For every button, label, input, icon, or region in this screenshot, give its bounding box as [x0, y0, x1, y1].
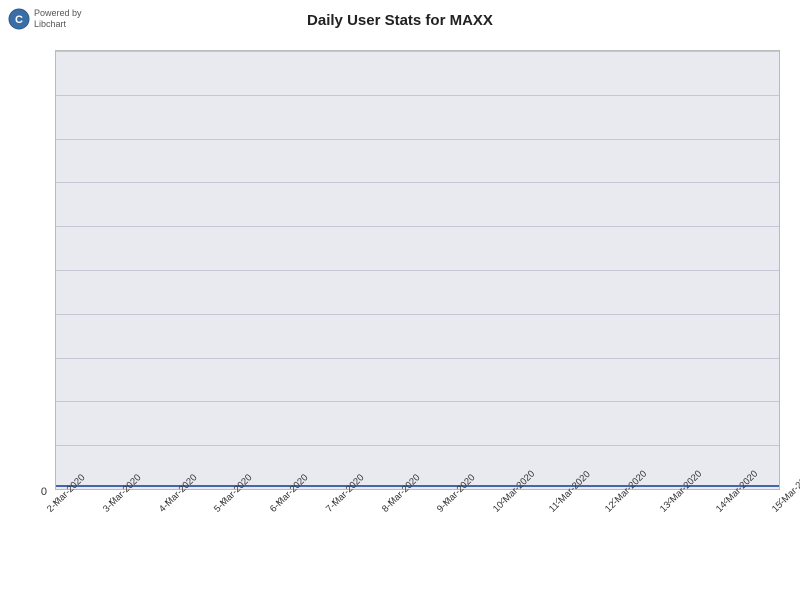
- grid-line: [56, 314, 779, 315]
- y-axis: 0: [0, 50, 55, 490]
- x-axis-label: 13-Mar-2020: [658, 493, 680, 515]
- x-axis-label: 5-Mar-2020: [212, 493, 234, 515]
- x-axis-label: 15-Mar-2020: [770, 493, 792, 515]
- x-axis-label: 8-Mar-2020: [380, 493, 402, 515]
- grid-line: [56, 445, 779, 446]
- chart-plot-area: [55, 50, 780, 490]
- grid-line: [56, 139, 779, 140]
- grid-line: [56, 95, 779, 96]
- x-axis-label: 11-Mar-2020: [547, 493, 569, 515]
- x-axis-label: 6-Mar-2020: [268, 493, 290, 515]
- data-line: [56, 485, 779, 487]
- x-axis-label: 4-Mar-2020: [157, 493, 179, 515]
- grid-line: [56, 270, 779, 271]
- x-axis-label: 7-Mar-2020: [324, 493, 346, 515]
- grid-line: [56, 226, 779, 227]
- chart-title: Daily User Stats for MAXX: [0, 12, 800, 29]
- grid-line: [56, 401, 779, 402]
- y-axis-zero-label: 0: [41, 486, 47, 498]
- x-axis: 2-Mar-20203-Mar-20204-Mar-20205-Mar-2020…: [55, 490, 780, 600]
- x-axis-label: 3-Mar-2020: [101, 493, 123, 515]
- x-axis-label: 12-Mar-2020: [603, 493, 625, 515]
- x-axis-label: 9-Mar-2020: [435, 493, 457, 515]
- grid-line: [56, 182, 779, 183]
- x-axis-label: 2-Mar-2020: [45, 493, 67, 515]
- chart-container: C Powered by Libchart Daily User Stats f…: [0, 0, 800, 600]
- grid-line: [56, 51, 779, 52]
- grid-line: [56, 358, 779, 359]
- x-axis-label: 14-Mar-2020: [714, 493, 736, 515]
- x-axis-label: 10-Mar-2020: [491, 493, 513, 515]
- grid-lines: [56, 51, 779, 489]
